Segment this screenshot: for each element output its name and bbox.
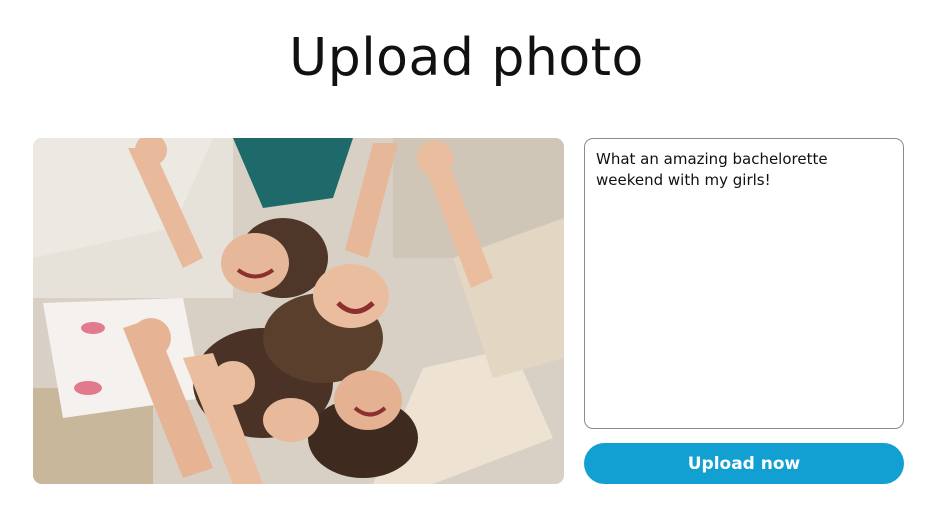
upload-page: Upload photo What an amazing bachelorett… xyxy=(0,0,933,509)
photo-image xyxy=(33,138,564,484)
caption-textarea[interactable]: What an amazing bachelorette weekend wit… xyxy=(584,138,904,429)
upload-now-button[interactable]: Upload now xyxy=(584,443,904,484)
photo-preview xyxy=(33,138,564,484)
page-title: Upload photo xyxy=(289,28,644,88)
